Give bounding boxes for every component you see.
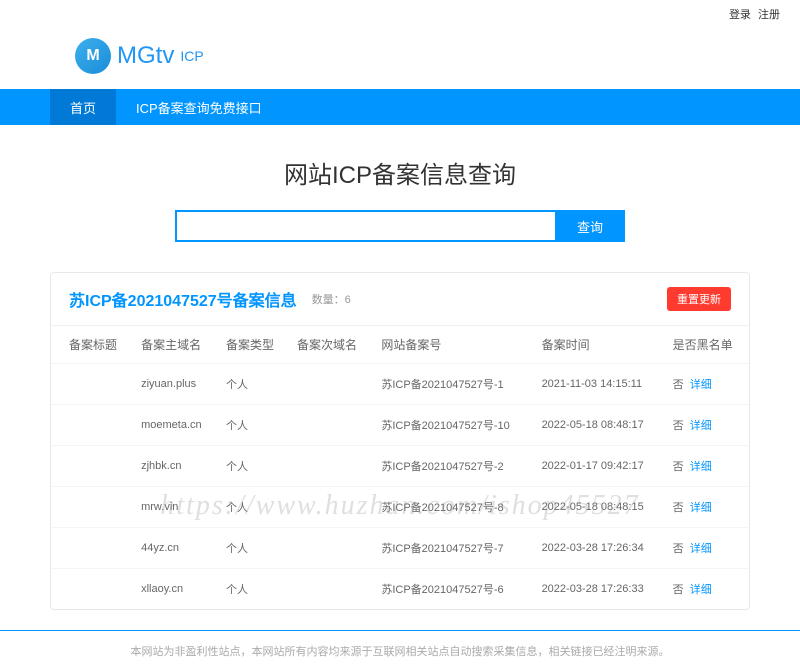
nav-bar: 首页 ICP备案查询免费接口 [0,89,800,125]
cell-domain: ziyuan.plus [133,364,218,405]
cell-icp: 苏ICP备2021047527号-2 [373,446,533,487]
cell-title [51,405,133,446]
logo-icon: M [75,38,111,74]
table-row: ziyuan.plus个人 苏ICP备2021047527号-12021-11-0… [51,364,749,405]
login-link[interactable]: 登录 [729,9,751,21]
col-icp: 网站备案号 [373,326,533,364]
cell-subdomain [289,446,373,487]
table-row: 44yz.cn个人 苏ICP备2021047527号-72022-03-28 17… [51,528,749,569]
header: M MGtv ICP [0,28,800,89]
panel-count: 数量：6 [312,291,351,307]
cell-subdomain [289,487,373,528]
col-domain: 备案主域名 [133,326,218,364]
cell-icp: 苏ICP备2021047527号-7 [373,528,533,569]
footer: 本网站为非盈利性站点，本网站所有内容均来源于互联网相关站点自动搜索采集信息，相关… [0,630,800,671]
cell-type: 个人 [218,364,289,405]
detail-link[interactable]: 详细 [690,461,712,473]
detail-link[interactable]: 详细 [690,584,712,596]
cell-time: 2022-03-28 17:26:34 [534,528,665,569]
cell-domain: mrw.vin [133,487,218,528]
table-row: mrw.vin个人 苏ICP备2021047527号-82022-05-18 08… [51,487,749,528]
cell-type: 个人 [218,569,289,610]
cell-icp: 苏ICP备2021047527号-1 [373,364,533,405]
cell-type: 个人 [218,446,289,487]
table-row: moemeta.cn个人 苏ICP备2021047527号-102022-05-1… [51,405,749,446]
detail-link[interactable]: 详细 [690,502,712,514]
register-link[interactable]: 注册 [758,9,780,21]
cell-time: 2021-11-03 14:15:11 [534,364,665,405]
cell-title [51,528,133,569]
cell-time: 2022-05-18 08:48:15 [534,487,665,528]
cell-subdomain [289,528,373,569]
cell-blacklist: 否 详细 [665,405,749,446]
cell-icp: 苏ICP备2021047527号-6 [373,569,533,610]
cell-time: 2022-05-18 08:48:17 [534,405,665,446]
cell-type: 个人 [218,487,289,528]
cell-blacklist: 否 详细 [665,487,749,528]
cell-blacklist: 否 详细 [665,364,749,405]
logo-text: MGtv [117,42,174,70]
cell-domain: zjhbk.cn [133,446,218,487]
cell-domain: moemeta.cn [133,405,218,446]
cell-domain: xllaoy.cn [133,569,218,610]
detail-link[interactable]: 详细 [690,379,712,391]
cell-domain: 44yz.cn [133,528,218,569]
cell-blacklist: 否 详细 [665,569,749,610]
col-type: 备案类型 [218,326,289,364]
nav-home[interactable]: 首页 [50,89,116,125]
cell-type: 个人 [218,528,289,569]
cell-icp: 苏ICP备2021047527号-10 [373,405,533,446]
search-input[interactable] [175,210,555,242]
page-title: 网站ICP备案信息查询 [0,155,800,190]
search-button[interactable]: 查询 [555,210,625,242]
logo-sub: ICP [180,48,203,64]
cell-time: 2022-03-28 17:26:33 [534,569,665,610]
cell-time: 2022-01-17 09:42:17 [534,446,665,487]
cell-title [51,569,133,610]
cell-title [51,364,133,405]
result-table: 备案标题 备案主域名 备案类型 备案次域名 网站备案号 备案时间 是否黑名单 z… [51,325,749,609]
cell-type: 个人 [218,405,289,446]
col-blacklist: 是否黑名单 [665,326,749,364]
table-header-row: 备案标题 备案主域名 备案类型 备案次域名 网站备案号 备案时间 是否黑名单 [51,326,749,364]
top-bar: 登录 注册 [0,0,800,28]
cell-blacklist: 否 详细 [665,446,749,487]
cell-title [51,446,133,487]
col-time: 备案时间 [534,326,665,364]
table-row: xllaoy.cn个人 苏ICP备2021047527号-62022-03-28 … [51,569,749,610]
detail-link[interactable]: 详细 [690,420,712,432]
cell-subdomain [289,364,373,405]
search-wrap: 查询 [0,210,800,242]
col-subdomain: 备案次域名 [289,326,373,364]
result-panel: 苏ICP备2021047527号备案信息 数量：6 重置更新 备案标题 备案主域… [50,272,750,610]
cell-title [51,487,133,528]
cell-subdomain [289,405,373,446]
col-title: 备案标题 [51,326,133,364]
detail-link[interactable]: 详细 [690,543,712,555]
panel-title: 苏ICP备2021047527号备案信息 [69,287,297,311]
panel-header: 苏ICP备2021047527号备案信息 数量：6 重置更新 [51,273,749,325]
cell-icp: 苏ICP备2021047527号-8 [373,487,533,528]
cell-subdomain [289,569,373,610]
refresh-button[interactable]: 重置更新 [667,287,731,311]
table-row: zjhbk.cn个人 苏ICP备2021047527号-22022-01-17 0… [51,446,749,487]
nav-api[interactable]: ICP备案查询免费接口 [116,89,282,125]
cell-blacklist: 否 详细 [665,528,749,569]
